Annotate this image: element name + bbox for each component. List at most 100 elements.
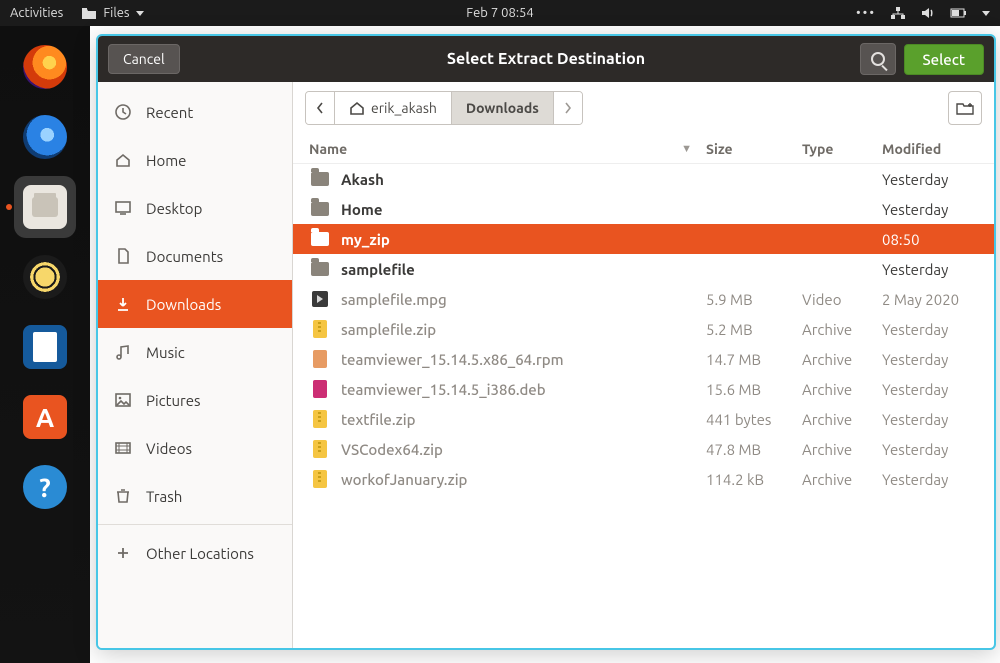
sidebar-item-pictures[interactable]: Pictures — [98, 376, 292, 424]
documents-icon — [114, 247, 132, 265]
sidebar-item-label: Home — [146, 152, 186, 169]
download-icon — [114, 295, 132, 313]
sidebar-item-label: Pictures — [146, 392, 201, 409]
file-row[interactable]: teamviewer_15.14.5.x86_64.rpm14.7 MBArch… — [293, 344, 994, 374]
clock-label[interactable]: Feb 7 08:54 — [466, 6, 533, 20]
file-size: 5.9 MB — [706, 291, 802, 308]
sidebar-item-videos[interactable]: Videos — [98, 424, 292, 472]
dock-libreoffice-writer[interactable] — [14, 316, 76, 378]
file-row[interactable]: VSCodex64.zip47.8 MBArchiveYesterday — [293, 434, 994, 464]
file-chooser-dialog: Cancel Select Extract Destination Select… — [96, 34, 996, 650]
help-icon: ? — [23, 465, 67, 509]
sidebar-item-recent[interactable]: Recent — [98, 88, 292, 136]
file-modified: Yesterday — [882, 381, 978, 398]
cancel-button[interactable]: Cancel — [108, 44, 180, 74]
dock-software[interactable]: A — [14, 386, 76, 448]
new-folder-button[interactable] — [948, 91, 982, 125]
file-size: 47.8 MB — [706, 441, 802, 458]
sidebar-item-other-locations[interactable]: Other Locations — [98, 529, 292, 577]
col-size: Size — [706, 141, 802, 157]
files-icon — [23, 185, 67, 229]
file-modified: Yesterday — [882, 171, 978, 188]
pictures-icon — [114, 391, 132, 409]
file-row[interactable]: samplefileYesterday — [293, 254, 994, 284]
caret-down-icon — [136, 11, 144, 16]
dock-help[interactable]: ? — [14, 456, 76, 518]
thunderbird-icon — [23, 115, 67, 159]
select-button[interactable]: Select — [904, 44, 985, 75]
activities-button[interactable]: Activities — [10, 6, 63, 20]
folder-icon — [81, 6, 97, 20]
clock-icon — [114, 103, 132, 121]
dock-thunderbird[interactable] — [14, 106, 76, 168]
plus-icon — [114, 544, 132, 562]
sidebar-item-label: Other Locations — [146, 545, 254, 562]
file-browser-pane: erik_akash Downloads Name▼ Size Type Mod… — [293, 82, 994, 648]
file-modified: Yesterday — [882, 351, 978, 368]
battery-icon[interactable] — [950, 7, 968, 19]
sidebar-item-label: Recent — [146, 104, 193, 121]
sidebar-item-music[interactable]: Music — [98, 328, 292, 376]
path-segment-current[interactable]: Downloads — [452, 92, 554, 124]
path-back-button[interactable] — [306, 92, 335, 124]
sidebar-item-trash[interactable]: Trash — [98, 472, 292, 520]
network-icon[interactable] — [890, 6, 906, 20]
file-modified: Yesterday — [882, 411, 978, 428]
file-row[interactable]: textfile.zip441 bytesArchiveYesterday — [293, 404, 994, 434]
file-type: Archive — [802, 381, 882, 398]
path-bar: erik_akash Downloads — [293, 82, 994, 134]
sidebar-item-label: Trash — [146, 488, 182, 505]
search-button[interactable] — [860, 43, 896, 75]
path-segment-label: erik_akash — [371, 100, 437, 116]
file-type: Archive — [802, 441, 882, 458]
file-size: 441 bytes — [706, 411, 802, 428]
sidebar-item-home[interactable]: Home — [98, 136, 292, 184]
sidebar-item-downloads[interactable]: Downloads — [98, 280, 292, 328]
dialog-title: Select Extract Destination — [447, 50, 645, 68]
file-name: samplefile.mpg — [341, 291, 706, 308]
file-row[interactable]: workofJanuary.zip114.2 kBArchiveYesterda… — [293, 464, 994, 494]
sidebar-item-label: Downloads — [146, 296, 221, 313]
volume-icon[interactable] — [920, 6, 936, 20]
launcher-dock: A ? — [0, 26, 90, 663]
home-icon — [349, 101, 365, 115]
software-store-icon: A — [23, 395, 67, 439]
sidebar-item-documents[interactable]: Documents — [98, 232, 292, 280]
rpm-icon — [309, 350, 331, 368]
file-row[interactable]: teamviewer_15.14.5_i386.deb15.6 MBArchiv… — [293, 374, 994, 404]
file-type: Video — [802, 291, 882, 308]
file-row[interactable]: my_zip08:50 — [293, 224, 994, 254]
app-menu-files[interactable]: Files — [81, 6, 143, 20]
sidebar-item-label: Desktop — [146, 200, 202, 217]
sort-caret-icon: ▼ — [681, 143, 692, 155]
path-segment-home[interactable]: erik_akash — [335, 92, 452, 124]
column-headers[interactable]: Name▼ Size Type Modified — [293, 134, 994, 164]
file-row[interactable]: samplefile.zip5.2 MBArchiveYesterday — [293, 314, 994, 344]
file-row[interactable]: AkashYesterday — [293, 164, 994, 194]
file-modified: 2 May 2020 — [882, 291, 978, 308]
dock-firefox[interactable] — [14, 36, 76, 98]
file-modified: Yesterday — [882, 441, 978, 458]
file-row[interactable]: HomeYesterday — [293, 194, 994, 224]
file-row[interactable]: samplefile.mpg5.9 MBVideo2 May 2020 — [293, 284, 994, 314]
file-name: samplefile.zip — [341, 321, 706, 338]
dock-rhythmbox[interactable] — [14, 246, 76, 308]
rhythmbox-icon — [23, 255, 67, 299]
col-type: Type — [802, 141, 882, 157]
folder-icon — [309, 230, 331, 248]
dock-files[interactable] — [14, 176, 76, 238]
file-size: 114.2 kB — [706, 471, 802, 488]
play-icon — [309, 290, 331, 308]
file-list: AkashYesterdayHomeYesterdaymy_zip08:50sa… — [293, 164, 994, 494]
file-name: my_zip — [341, 231, 706, 248]
places-sidebar: Recent Home Desktop Documents Downloads … — [98, 82, 293, 648]
system-menu-caret-icon[interactable] — [982, 11, 990, 16]
file-name: teamviewer_15.14.5.x86_64.rpm — [341, 351, 706, 368]
zip-icon — [309, 440, 331, 458]
app-indicator-icon[interactable]: ••• — [856, 6, 876, 20]
file-modified: Yesterday — [882, 471, 978, 488]
file-name: teamviewer_15.14.5_i386.deb — [341, 381, 706, 398]
path-forward-button[interactable] — [554, 92, 582, 124]
videos-icon — [114, 439, 132, 457]
sidebar-item-desktop[interactable]: Desktop — [98, 184, 292, 232]
